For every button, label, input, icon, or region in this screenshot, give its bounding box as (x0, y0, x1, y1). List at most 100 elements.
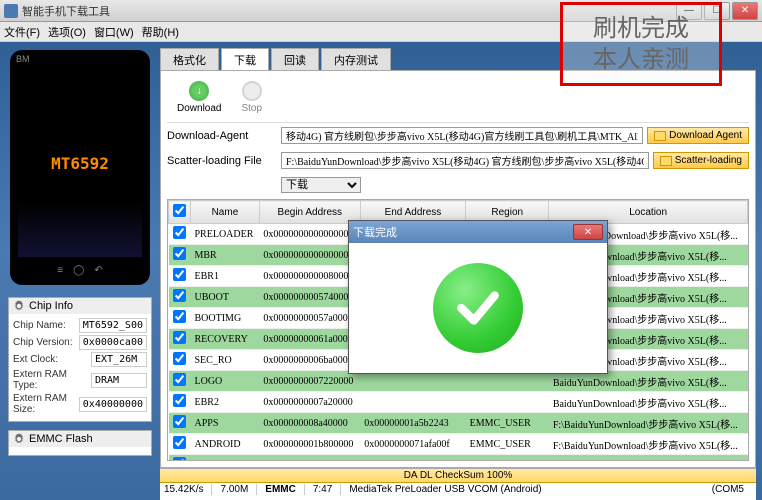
ram-size-value: 0x40000000 (79, 397, 147, 412)
cell-name: UBOOT (191, 287, 260, 308)
ext-clock-value: EXT_26M (91, 352, 147, 367)
cell-begin: 0x0000000000000000 (259, 224, 360, 245)
stop-button[interactable]: Stop (241, 81, 262, 114)
statusbar: DA DL CheckSum 100% 15.42K/s 7.00M EMMC … (160, 468, 756, 500)
chip-info-title: Chip Info (9, 298, 151, 314)
status-emmc: EMMC (265, 484, 305, 495)
table-row[interactable]: APPS0x000000008a400000x00000001a5b2243EM… (169, 413, 748, 434)
row-checkbox[interactable] (173, 373, 186, 386)
dialog-titlebar[interactable]: 下载完成 ✕ (349, 221, 607, 243)
cell-location: F:\BaiduYunDownload\步步高vivo X5L(移... (549, 455, 748, 462)
tab-readback[interactable]: 回读 (271, 48, 319, 70)
row-checkbox[interactable] (173, 226, 186, 239)
overlay-annotation: 刷机完成 本人亲测 (560, 2, 722, 86)
download-button[interactable]: Download (177, 81, 221, 114)
left-panel: BM MT6592 ≡◯↶ Chip Info Chip Name:MT6592… (0, 42, 160, 500)
agent-input[interactable] (281, 127, 643, 144)
cell-region: EMMC_USER (466, 434, 549, 455)
download-icon (189, 81, 209, 101)
agent-label: Download-Agent (167, 130, 277, 142)
row-checkbox[interactable] (173, 289, 186, 302)
folder-icon (654, 131, 666, 141)
phone-preview: BM MT6592 ≡◯↶ (10, 50, 150, 285)
gear-icon (13, 300, 25, 312)
scatter-label: Scatter-loading File (167, 155, 277, 167)
cell-name: MBR (191, 245, 260, 266)
col-name[interactable]: Name (191, 201, 260, 224)
cell-name: EBR2 (191, 392, 260, 413)
tab-memtest[interactable]: 内存测试 (321, 48, 391, 70)
cell-begin: 0x0000000005740000 (259, 287, 360, 308)
row-checkbox[interactable] (173, 415, 186, 428)
status-time: 7:47 (313, 484, 341, 495)
row-checkbox[interactable] (173, 331, 186, 344)
menu-help[interactable]: 帮助(H) (142, 24, 179, 40)
emmc-panel: EMMC Flash (8, 430, 152, 456)
cell-begin: 0x0000000007220000 (259, 371, 360, 392)
dialog-close-button[interactable]: ✕ (573, 224, 603, 240)
app-icon (4, 4, 18, 18)
row-checkbox[interactable] (173, 457, 186, 461)
cell-name: SEC_RO (191, 350, 260, 371)
menu-file[interactable]: 文件(F) (4, 24, 40, 40)
cell-end: 0x00000001a5b2243 (360, 413, 465, 434)
checksum-bar: DA DL CheckSum 100% (160, 469, 756, 483)
cell-location: F:\BaiduYunDownload\步步高vivo X5L(移... (549, 413, 748, 434)
status-device: MediaTek PreLoader USB VCOM (Android) (349, 484, 703, 495)
phone-nav: ≡◯↶ (60, 265, 100, 279)
cell-begin: 0x000000007b800000 (259, 455, 360, 462)
chip-version-value: 0x0000ca00 (79, 335, 147, 350)
cell-end (360, 392, 465, 413)
gear-icon (13, 433, 25, 445)
menu-options[interactable]: 选项(O) (48, 24, 86, 40)
cell-begin: 0x000000001b800000 (259, 434, 360, 455)
dialog-body (349, 243, 607, 373)
cell-begin: 0x0000000000080000 (259, 266, 360, 287)
status-size: 7.00M (220, 484, 257, 495)
cell-name: APPS (191, 413, 260, 434)
cell-region: EMMC_USER (466, 413, 549, 434)
row-checkbox[interactable] (173, 310, 186, 323)
cell-name: BOOTIMG (191, 308, 260, 329)
scatter-input[interactable] (281, 152, 649, 169)
cell-region: EMMC_USER (466, 455, 549, 462)
stop-icon (242, 81, 262, 101)
cell-begin: 0x00000000057a0000 (259, 308, 360, 329)
row-checkbox[interactable] (173, 352, 186, 365)
cell-begin: 0x000000008a40000 (259, 413, 360, 434)
table-row[interactable]: EBR20x0000000007a20000 BaiduYunDownload\步… (169, 392, 748, 413)
cell-location: BaiduYunDownload\步步高vivo X5L(移... (549, 392, 748, 413)
close-button[interactable]: ✕ (732, 2, 758, 20)
success-dialog: 下载完成 ✕ (348, 220, 608, 374)
col-begin[interactable]: Begin Address (259, 201, 360, 224)
cell-end: 0x000000007be7a0e7 (360, 455, 465, 462)
agent-browse-button[interactable]: Download Agent (647, 127, 749, 144)
emmc-title: EMMC Flash (9, 431, 151, 447)
scatter-browse-button[interactable]: Scatter-loading (653, 152, 749, 169)
cell-end: 0x0000000071afa00f (360, 434, 465, 455)
chip-info-panel: Chip Info Chip Name:MT6592_S00 Chip Vers… (8, 297, 152, 422)
table-row[interactable]: CACHE0x000000007b8000000x000000007be7a0e… (169, 455, 748, 462)
cell-begin: 0x00000000061a0000 (259, 329, 360, 350)
row-checkbox[interactable] (173, 436, 186, 449)
tab-format[interactable]: 格式化 (160, 48, 219, 70)
menu-window[interactable]: 窗口(W) (94, 24, 134, 40)
mode-select[interactable]: 下载 (281, 177, 361, 193)
dialog-title-text: 下载完成 (353, 224, 573, 240)
chip-name-value: MT6592_S00 (79, 318, 147, 333)
cell-begin: 0x0000000006ba0000 (259, 350, 360, 371)
row-checkbox[interactable] (173, 268, 186, 281)
status-port: (COM5 (712, 484, 752, 495)
select-all-checkbox[interactable] (173, 204, 186, 217)
cell-name: PRELOADER (191, 224, 260, 245)
phone-screen: MT6592 (18, 70, 142, 257)
table-row[interactable]: ANDROID0x000000001b8000000x0000000071afa… (169, 434, 748, 455)
tab-download[interactable]: 下载 (221, 48, 269, 70)
folder-icon (660, 156, 672, 166)
row-checkbox[interactable] (173, 247, 186, 260)
cell-name: LOGO (191, 371, 260, 392)
row-checkbox[interactable] (173, 394, 186, 407)
phone-bm-label: BM (16, 54, 30, 64)
cell-begin: 0x0000000007a20000 (259, 392, 360, 413)
success-check-icon (433, 263, 523, 353)
